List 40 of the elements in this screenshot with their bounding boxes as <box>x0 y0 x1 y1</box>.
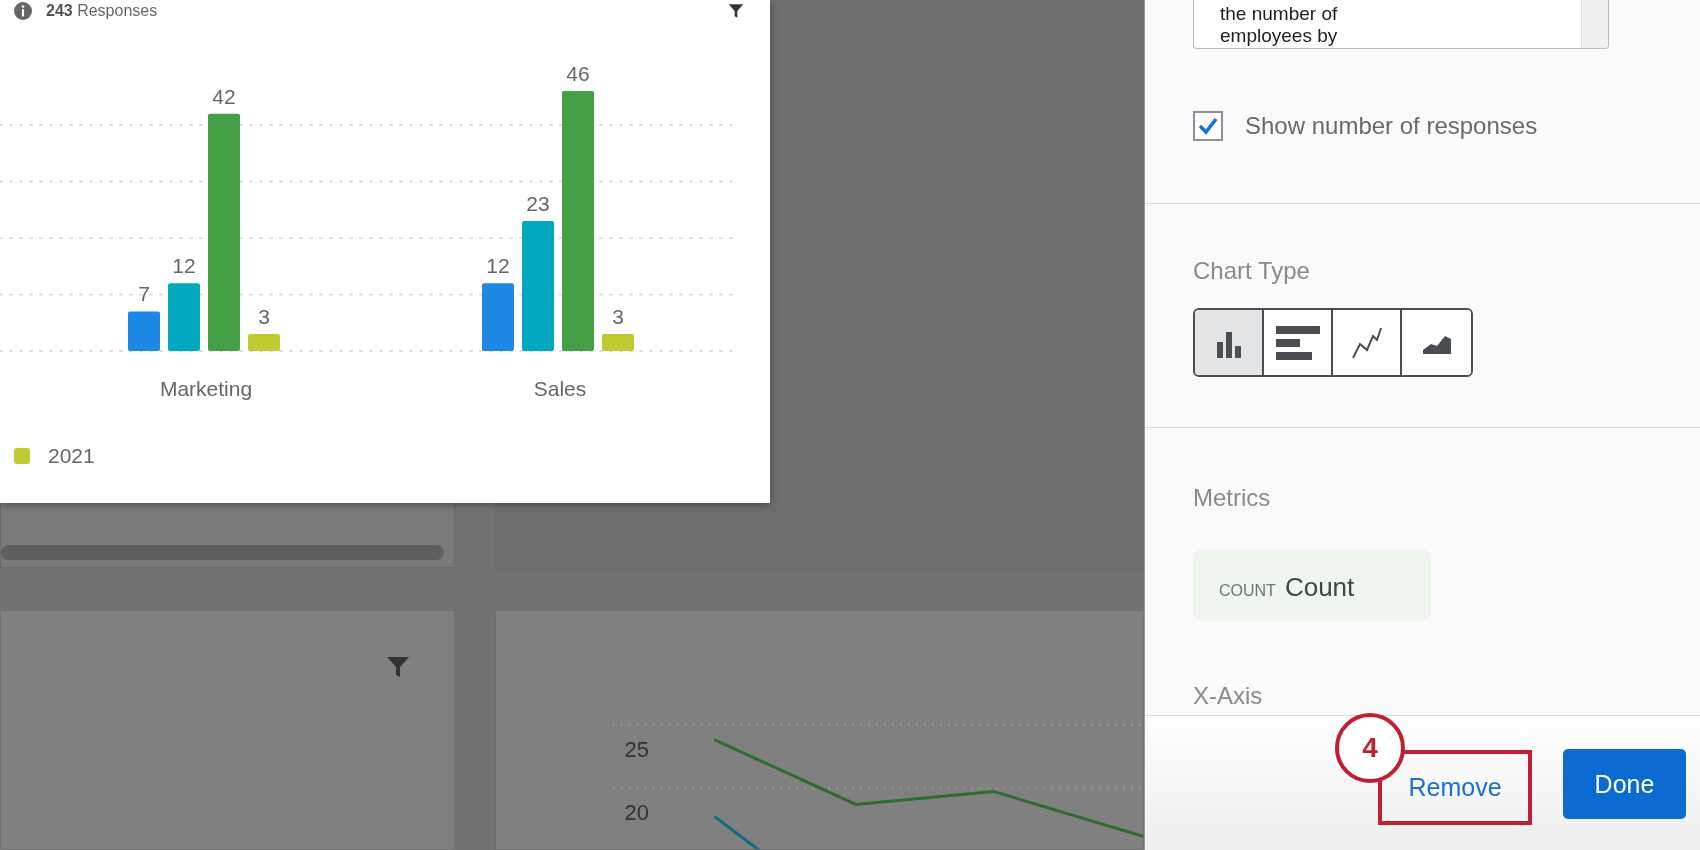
metric-chip[interactable]: COUNT Count <box>1193 550 1431 621</box>
axis-label: 25 <box>624 736 649 762</box>
metric-label: Count <box>1284 572 1355 603</box>
checkbox-label: Show number of responses <box>1245 112 1538 140</box>
chart-type-option[interactable] <box>1264 310 1333 375</box>
section-label: X-Axis <box>1193 681 1264 711</box>
bar <box>248 334 280 351</box>
metric-type: COUNT <box>1219 582 1276 600</box>
data-label: 42 <box>212 84 236 108</box>
filter-icon[interactable] <box>728 3 744 19</box>
bar <box>128 311 160 351</box>
category-label: Sales <box>533 377 587 400</box>
done-button[interactable]: Done <box>1563 749 1686 819</box>
section-label: Chart Type <box>1193 256 1311 286</box>
remove-link[interactable]: Remove <box>1408 773 1502 802</box>
data-label: 3 <box>258 305 270 329</box>
bar <box>168 283 200 351</box>
data-label: 12 <box>172 254 196 278</box>
data-label: 12 <box>486 254 510 278</box>
response-count: 243 Responses <box>46 2 159 20</box>
checkbox[interactable] <box>1193 111 1223 141</box>
info-icon[interactable] <box>14 2 32 20</box>
data-label: 3 <box>612 305 624 329</box>
data-label: 7 <box>138 282 150 306</box>
category-label: Marketing <box>159 377 253 400</box>
check-icon <box>1197 115 1219 137</box>
chart-type-option[interactable] <box>1195 310 1264 375</box>
chart-type-option[interactable] <box>1402 310 1471 375</box>
chart-type-option[interactable] <box>1333 310 1402 375</box>
horizontal-bar-chart-icon <box>1275 323 1320 362</box>
bar <box>602 334 634 351</box>
axis-label: 20 <box>624 800 649 826</box>
legend-label: 2021 <box>48 444 95 468</box>
scrollbar[interactable] <box>1 545 444 560</box>
data-label: 46 <box>566 62 590 86</box>
description-field[interactable]: the number of employees by <box>1193 0 1609 49</box>
step-number: 4 <box>1335 713 1405 783</box>
bar <box>482 283 514 351</box>
section-label: Metrics <box>1193 483 1272 513</box>
data-label: 23 <box>526 192 550 216</box>
